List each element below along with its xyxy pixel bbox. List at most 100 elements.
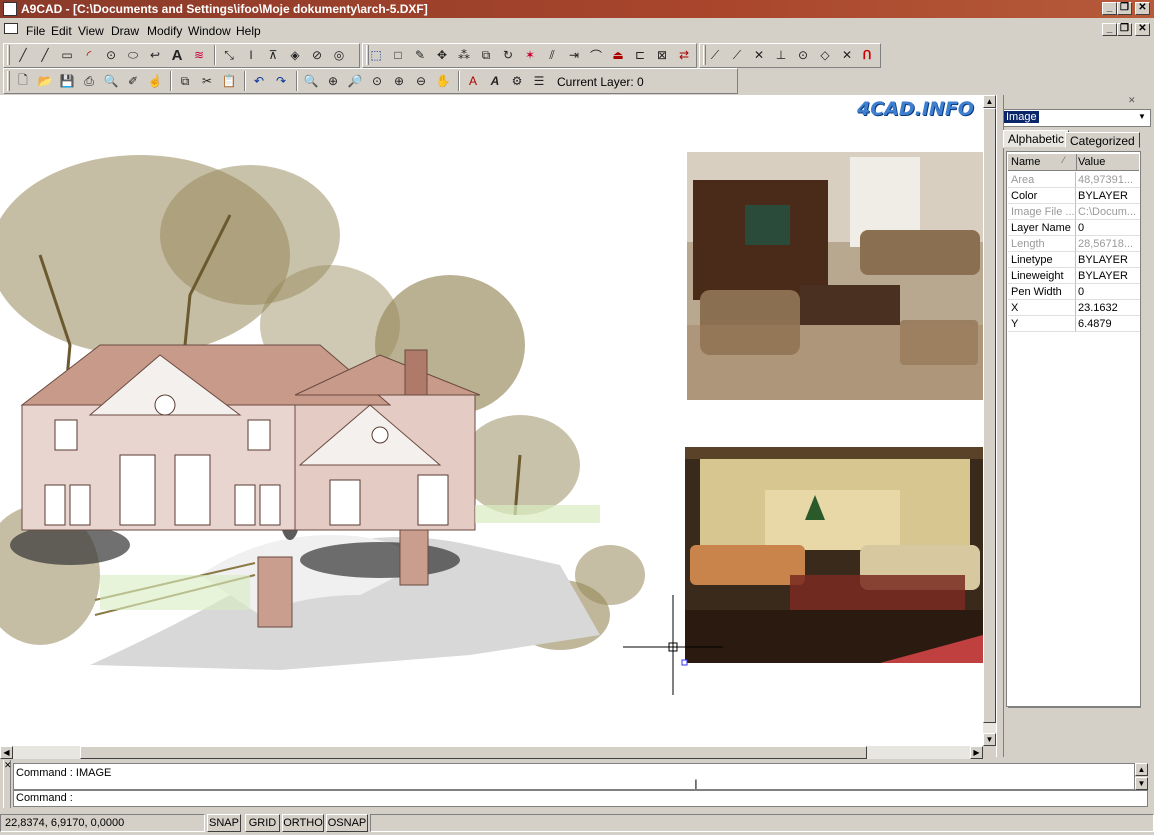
text-icon[interactable]: A bbox=[168, 46, 186, 64]
minimize-button[interactable]: _ bbox=[1102, 2, 1117, 15]
explode-icon[interactable]: ✶ bbox=[521, 46, 539, 64]
property-value[interactable]: 0 bbox=[1076, 284, 1140, 300]
menu-help[interactable]: Help bbox=[236, 24, 261, 38]
property-row[interactable]: Y 6.4879 bbox=[1008, 316, 1141, 332]
new-file-icon[interactable]: 🗋 bbox=[14, 72, 32, 90]
tab-categorized[interactable]: Categorized bbox=[1065, 132, 1140, 148]
property-value[interactable]: 6.4879 bbox=[1076, 316, 1140, 332]
circle-icon[interactable]: ⊙ bbox=[102, 46, 120, 64]
column-name-header[interactable]: Name bbox=[1011, 156, 1040, 168]
dimension-angular-icon[interactable]: ⊼ bbox=[264, 46, 282, 64]
mirror-icon[interactable]: ⧉ bbox=[477, 46, 495, 64]
panel-grip[interactable] bbox=[996, 95, 1004, 757]
font-icon[interactable]: A bbox=[486, 72, 504, 90]
trim-icon[interactable]: ⫽ bbox=[543, 46, 561, 64]
cut-icon[interactable]: ✂ bbox=[198, 72, 216, 90]
print-preview-icon[interactable]: 🔍 bbox=[102, 72, 120, 90]
zoom-center-icon[interactable]: ⊕ bbox=[324, 72, 342, 90]
chamfer-icon[interactable]: ⏏ bbox=[609, 46, 627, 64]
layers-icon[interactable]: ☰ bbox=[530, 72, 548, 90]
zoom-previous-icon[interactable]: ⊙ bbox=[368, 72, 386, 90]
polyline-icon[interactable]: ╱ bbox=[36, 46, 54, 64]
scroll-up-icon[interactable]: ▲ bbox=[983, 95, 996, 108]
property-value[interactable]: BYLAYER bbox=[1076, 252, 1140, 268]
app-icon[interactable] bbox=[3, 2, 17, 16]
undo-icon[interactable]: ↶ bbox=[250, 72, 268, 90]
print-icon[interactable]: ⎙ bbox=[80, 72, 98, 90]
property-row[interactable]: Layer Name 0 bbox=[1008, 220, 1141, 236]
scroll-down-icon[interactable]: ▼ bbox=[983, 733, 996, 746]
select-window-icon[interactable]: ⬚ bbox=[367, 46, 385, 64]
dimension-radius-icon[interactable]: ◈ bbox=[286, 46, 304, 64]
close-button[interactable]: ✕ bbox=[1135, 2, 1150, 15]
ortho-toggle[interactable]: ORTHO bbox=[282, 814, 324, 832]
zoom-out-icon[interactable]: ⊖ bbox=[412, 72, 430, 90]
pan-icon[interactable]: ✋ bbox=[434, 72, 452, 90]
document-icon[interactable] bbox=[4, 23, 18, 34]
magnet-icon[interactable]: Ո bbox=[858, 46, 876, 64]
column-value-header[interactable]: Value bbox=[1078, 156, 1105, 168]
menu-draw[interactable]: Draw bbox=[111, 24, 139, 38]
grid-toggle[interactable]: GRID bbox=[245, 814, 280, 832]
snap-midpoint-icon[interactable]: ⟋ bbox=[728, 46, 746, 64]
redo-icon[interactable]: ↷ bbox=[272, 72, 290, 90]
match-properties-icon[interactable]: ✐ bbox=[124, 72, 142, 90]
property-value[interactable]: 0 bbox=[1076, 220, 1140, 236]
layer-states-icon[interactable]: ⚙ bbox=[508, 72, 526, 90]
snap-toggle[interactable]: SNAP bbox=[207, 814, 241, 832]
copy-icon[interactable]: ⧉ bbox=[176, 72, 194, 90]
break-icon[interactable]: ⇄ bbox=[675, 46, 693, 64]
leader-icon[interactable]: ◎ bbox=[330, 46, 348, 64]
property-row[interactable]: Linetype BYLAYER bbox=[1008, 252, 1141, 268]
menu-modify[interactable]: Modify bbox=[147, 24, 182, 38]
property-row[interactable]: Length 28,56718... bbox=[1008, 236, 1141, 252]
property-row[interactable]: Color BYLAYER bbox=[1008, 188, 1141, 204]
property-row[interactable]: X 23.1632 bbox=[1008, 300, 1141, 316]
zoom-in-icon[interactable]: ⊕ bbox=[390, 72, 408, 90]
menu-view[interactable]: View bbox=[78, 24, 104, 38]
command-scroll-down-icon[interactable]: ▼ bbox=[1135, 777, 1148, 790]
property-value[interactable]: 23.1632 bbox=[1076, 300, 1140, 316]
object-type-select[interactable]: Image ▼ bbox=[1003, 109, 1151, 127]
dimension-linear-icon[interactable]: I bbox=[242, 46, 260, 64]
menu-window[interactable]: Window bbox=[188, 24, 231, 38]
offset-icon[interactable]: ⊏ bbox=[631, 46, 649, 64]
property-value[interactable]: BYLAYER bbox=[1076, 268, 1140, 284]
dimension-aligned-icon[interactable]: ⤡ bbox=[220, 46, 238, 64]
snap-perpendicular-icon[interactable]: ⊥ bbox=[772, 46, 790, 64]
line-icon[interactable]: ╱ bbox=[14, 46, 32, 64]
menu-file[interactable]: File bbox=[26, 24, 45, 38]
command-close-icon[interactable]: ✕ bbox=[4, 760, 12, 771]
copy-object-icon[interactable]: ⁂ bbox=[455, 46, 473, 64]
doc-restore-button[interactable]: ❐ bbox=[1117, 23, 1132, 36]
zoom-realtime-icon[interactable]: 🔎 bbox=[346, 72, 364, 90]
property-row[interactable]: Pen Width 0 bbox=[1008, 284, 1141, 300]
ellipse-icon[interactable]: ⬭ bbox=[124, 46, 142, 64]
zoom-window-icon[interactable]: 🔍 bbox=[302, 72, 320, 90]
hatch-icon[interactable]: ≋ bbox=[190, 46, 208, 64]
snap-none-icon[interactable]: ✕ bbox=[838, 46, 856, 64]
move-icon[interactable]: ✥ bbox=[433, 46, 451, 64]
doc-minimize-button[interactable]: _ bbox=[1102, 23, 1117, 36]
extend-icon[interactable]: ⇥ bbox=[565, 46, 583, 64]
chevron-down-icon[interactable]: ▼ bbox=[1138, 112, 1146, 121]
property-row[interactable]: Area 48,97391... bbox=[1008, 172, 1141, 188]
dimension-diameter-icon[interactable]: ⊘ bbox=[308, 46, 326, 64]
stretch-icon[interactable]: ⊠ bbox=[653, 46, 671, 64]
horizontal-scrollbar[interactable]: ◀ ▶ bbox=[0, 746, 983, 759]
scroll-left-icon[interactable]: ◀ bbox=[0, 746, 13, 759]
property-row[interactable]: Image File ... C:\Docum... bbox=[1008, 204, 1141, 220]
menu-edit[interactable]: Edit bbox=[51, 24, 72, 38]
scroll-right-icon[interactable]: ▶ bbox=[970, 746, 983, 759]
property-row[interactable]: Lineweight BYLAYER bbox=[1008, 268, 1141, 284]
arc-icon[interactable]: ◜ bbox=[80, 46, 98, 64]
tab-alphabetic[interactable]: Alphabetic bbox=[1003, 130, 1070, 148]
open-folder-icon[interactable]: 📂 bbox=[36, 72, 54, 90]
command-input[interactable]: Command : bbox=[13, 790, 1148, 807]
save-icon[interactable]: 💾 bbox=[58, 72, 76, 90]
vertical-scrollbar[interactable]: ▲ ▼ bbox=[983, 95, 996, 746]
erase-icon[interactable]: ✎ bbox=[411, 46, 429, 64]
paste-icon[interactable]: 📋 bbox=[220, 72, 238, 90]
panel-close-icon[interactable]: ✕ bbox=[1128, 95, 1136, 106]
horizontal-scroll-thumb[interactable] bbox=[80, 746, 867, 759]
